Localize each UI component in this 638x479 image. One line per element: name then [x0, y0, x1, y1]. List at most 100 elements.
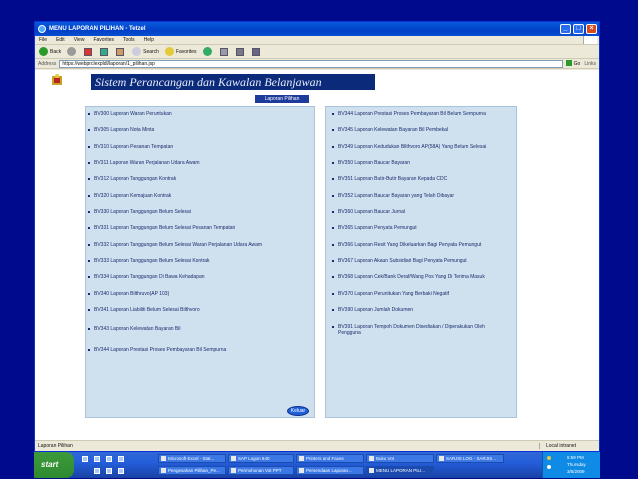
search-button[interactable]: Search [132, 47, 159, 56]
forward-button[interactable] [67, 47, 78, 56]
go-button[interactable]: Go [566, 60, 581, 67]
security-zone: Local intranet [539, 443, 599, 449]
browser-window: MENU LAPORAN PILIHAN - Tetzel _ □ × File… [34, 21, 600, 452]
links-button[interactable]: Links [584, 61, 596, 67]
minimize-button[interactable]: _ [560, 24, 571, 34]
report-link[interactable]: BV334 Laporan Tanggungan Di Bawa Kehadap… [88, 274, 205, 280]
quicklaunch-icon[interactable] [118, 456, 124, 462]
quicklaunch-icon[interactable] [94, 468, 100, 474]
menu-tools[interactable]: Tools [123, 37, 135, 43]
clock-date: 3/5/2009 [567, 469, 585, 474]
report-link[interactable]: BV351 Laporan Butir-Butir Bayaran Kepada… [332, 176, 508, 182]
taskbar-item[interactable]: Permohonan Vot PPT [228, 466, 294, 475]
taskbar-item[interactable]: Pengesahan Pilihan_Pe... [158, 466, 226, 475]
media-icon [202, 47, 212, 56]
report-link[interactable]: BV305 Laporan Nota Minta [87, 127, 154, 133]
address-input[interactable]: https://webprclexpldl/laporan/1_pilihan.… [59, 59, 563, 68]
star-icon [164, 47, 174, 56]
report-link[interactable]: BV340 Laporan Bilthruvo(AP 103) [87, 291, 169, 297]
report-link[interactable]: BV341 Laporan Liabiliti Belum Selesai Bi… [88, 307, 200, 313]
taskbar: start Microsoft Excel - Stat... SAP Logo… [34, 452, 600, 478]
report-link[interactable]: BV349 Laporan Kedudukan Bilthvoro AP(58A… [332, 144, 508, 150]
print-button[interactable] [235, 47, 246, 56]
quicklaunch-icon[interactable] [106, 468, 112, 474]
stop-icon [84, 47, 93, 56]
report-link[interactable]: BV365 Laporan Penyata Pemungut [332, 225, 508, 231]
mail-button[interactable] [219, 47, 230, 56]
report-link[interactable]: BV366 Laporan Resit Yang Dikeluarkan Bag… [332, 242, 508, 248]
maximize-button[interactable]: □ [573, 24, 584, 34]
menu-view[interactable]: View [74, 37, 85, 43]
refresh-button[interactable] [100, 47, 110, 56]
report-link[interactable]: BV312 Laporan Tanggungan Kontrak [87, 176, 176, 182]
taskbar-item[interactable]: Persendaan Laporan... [296, 466, 364, 475]
taskbar-item[interactable]: SAP Logon 640 [228, 454, 294, 463]
window-title: MENU LAPORAN PILIHAN - Tetzel [49, 26, 146, 32]
start-button[interactable]: start [34, 452, 74, 478]
clock-time: 5:59 PM [567, 455, 584, 460]
report-link[interactable]: BV360 Laporan Baucar Jurnal [332, 209, 508, 215]
system-tray: 5:59 PM Thursday 3/5/2009 [542, 452, 600, 478]
report-link[interactable]: BV345 Laporan Kelewatan Bayaran Bil Pemb… [332, 127, 508, 133]
report-link[interactable]: BV343 Laporan Kelewatan Bayaran Bil [87, 326, 180, 332]
report-link[interactable]: BV331 Laporan Tanggungan Belum Selesai P… [87, 225, 235, 231]
report-link[interactable]: BV344 Laporan Prestasi Proses Pembayaran… [87, 347, 226, 353]
logout-button[interactable]: Keluar [287, 406, 309, 416]
clock-day: Thursday [567, 462, 586, 467]
menu-help[interactable]: Help [144, 37, 154, 43]
edit-button[interactable] [251, 47, 262, 56]
quicklaunch-icon[interactable] [82, 456, 88, 462]
print-icon [235, 47, 244, 56]
home-icon [116, 47, 125, 56]
coat-of-arms-logo [52, 74, 62, 85]
report-link[interactable]: BV310 Laporan Pesanan Tempatan [87, 144, 173, 150]
page-banner: Sistem Perancangan dan Kawalan Belanjawa… [91, 74, 375, 90]
window-titlebar: MENU LAPORAN PILIHAN - Tetzel _ □ × [35, 22, 599, 36]
quicklaunch-icon[interactable] [94, 456, 100, 462]
favorites-button[interactable]: Favorites [164, 47, 197, 56]
address-label: Address [38, 60, 57, 67]
status-text: Laporan Pilihan [38, 443, 73, 449]
report-link[interactable]: BV352 Laporan Baucar Bayaran yang Telah … [332, 193, 508, 199]
report-link[interactable]: BV391 Laporan Tempoh Dokumen Disediakan … [332, 324, 508, 336]
menu-favorites[interactable]: Favorites [93, 37, 114, 43]
back-button[interactable]: Back [39, 47, 61, 56]
favorites-label: Favorites [175, 48, 197, 55]
report-link[interactable]: BV350 Laporan Baucar Bayaran [332, 160, 508, 166]
report-link[interactable]: BV368 Laporan Cek/Bank Deraf/Wang Pos Ya… [332, 274, 508, 280]
windows-logo-icon [583, 36, 597, 44]
tray-icon[interactable] [547, 465, 551, 469]
stop-button[interactable] [84, 47, 94, 56]
menu-file[interactable]: File [39, 37, 47, 43]
search-icon [132, 47, 142, 56]
taskbar-item-active[interactable]: MENU LAPORAN PILI... [366, 466, 434, 475]
address-bar: Address https://webprclexpldl/laporan/1_… [35, 59, 599, 69]
report-link[interactable]: BV367 Laporan Akaun Subsidiari Bagi Peny… [332, 258, 508, 264]
quicklaunch-icon[interactable] [106, 456, 112, 462]
quicklaunch-icon[interactable] [118, 468, 124, 474]
report-link[interactable]: BV333 Laporan Tanggungan Belum Selesai K… [88, 258, 210, 264]
report-link[interactable]: BV390 Laporan Jumlah Dokumen [332, 307, 508, 313]
taskbar-item[interactable]: Buku Vot [366, 454, 434, 463]
close-button[interactable]: × [586, 24, 597, 34]
taskbar-item[interactable]: Printers and Faxes [296, 454, 364, 463]
home-button[interactable] [116, 47, 126, 56]
tray-icon[interactable] [547, 456, 551, 460]
edit-icon [251, 47, 260, 56]
report-link[interactable]: BV330 Laporan Tanggungan Belum Selesai [88, 209, 191, 215]
report-link[interactable]: BV344 Laporan Prestasi Proses Pembayaran… [332, 111, 508, 117]
media-button[interactable] [202, 47, 214, 56]
taskbar-item[interactable]: SARJIS LOG - SARJIS... [436, 454, 504, 463]
forward-arrow-icon [67, 47, 77, 56]
back-arrow-icon [39, 47, 48, 56]
refresh-icon [100, 47, 109, 56]
report-link[interactable]: BV332 Laporan Tanggungan Belum Selesai W… [87, 242, 262, 248]
report-link[interactable]: BV370 Laporan Perunitukan Yang Berbaki N… [332, 291, 508, 297]
report-link[interactable]: BV311 Laporan Waran Perjalanan Udara Awa… [88, 160, 200, 166]
mail-icon [219, 47, 228, 56]
slide-background [0, 0, 638, 22]
menu-edit[interactable]: Edit [56, 37, 65, 43]
taskbar-item[interactable]: Microsoft Excel - Stat... [158, 454, 226, 463]
report-link[interactable]: BV320 Laporan Kemajuan Kontrak [87, 193, 171, 199]
report-link[interactable]: BV300 Laporan Waran Peruntukan [88, 111, 172, 117]
